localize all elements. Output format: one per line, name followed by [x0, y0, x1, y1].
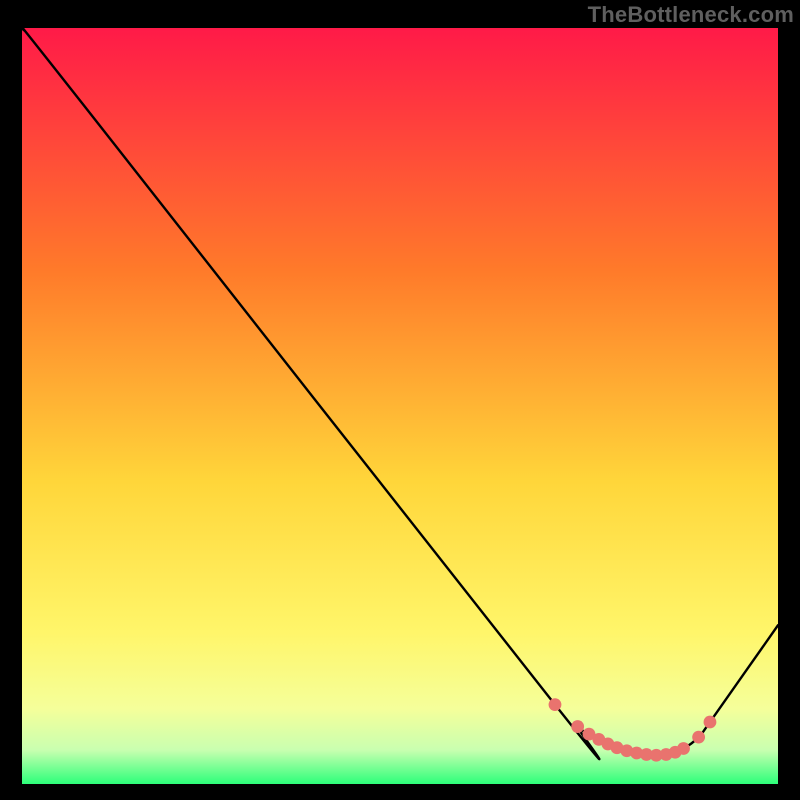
marker-point — [549, 698, 562, 711]
marker-point — [677, 742, 690, 755]
chart-stage: TheBottleneck.com — [0, 0, 800, 800]
marker-point — [704, 716, 717, 729]
marker-point — [692, 731, 705, 744]
gradient-background — [22, 28, 778, 784]
marker-point — [571, 720, 584, 733]
chart-svg — [22, 28, 778, 784]
chart-plot — [22, 28, 778, 784]
watermark-label: TheBottleneck.com — [588, 2, 794, 28]
